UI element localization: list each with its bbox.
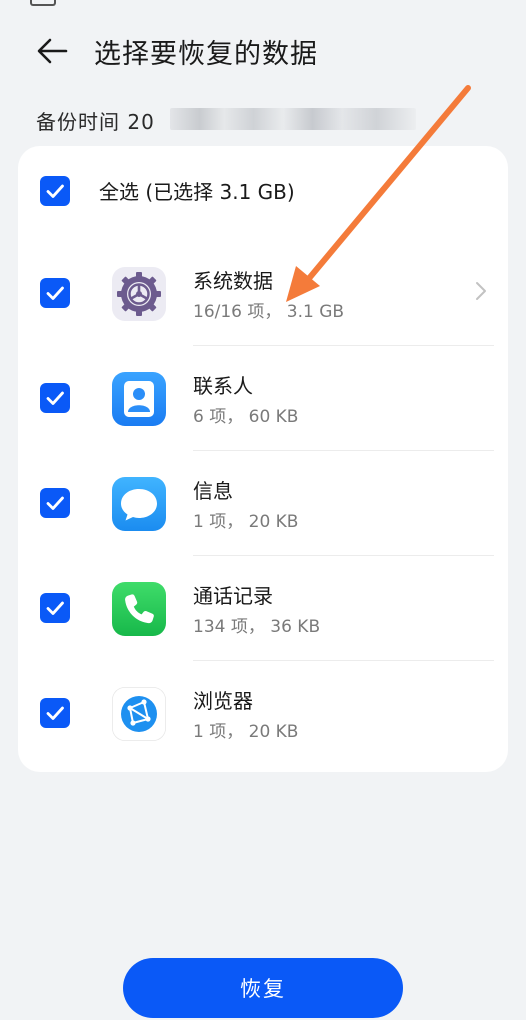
select-all-label: 全选 (已选择 3.1 GB) <box>99 180 295 204</box>
item-detail: 16/16 项， 3.1 GB <box>193 302 345 322</box>
item-detail: 6 项， 60 KB <box>193 407 299 427</box>
item-checkbox[interactable] <box>40 488 70 518</box>
item-title: 联系人 <box>193 374 253 398</box>
chevron-right-icon[interactable] <box>474 279 488 303</box>
back-button[interactable] <box>32 34 72 68</box>
item-checkbox[interactable] <box>40 593 70 623</box>
item-detail: 1 项， 20 KB <box>193 512 299 532</box>
list-item-browser[interactable]: 浏览器 1 项， 20 KB <box>18 661 508 766</box>
backup-time-label: 备份时间 20 <box>36 110 155 134</box>
checkmark-icon <box>46 286 64 300</box>
checkmark-icon <box>46 706 64 720</box>
back-arrow-icon <box>37 38 68 64</box>
list-item-system-data[interactable]: 系统数据 16/16 项， 3.1 GB <box>18 241 508 346</box>
status-bar-icon <box>30 0 56 6</box>
header: 选择要恢复的数据 <box>0 22 526 82</box>
item-title: 系统数据 <box>193 269 273 293</box>
item-checkbox[interactable] <box>40 698 70 728</box>
checkmark-icon <box>46 184 64 198</box>
list-item-messages[interactable]: 信息 1 项， 20 KB <box>18 451 508 556</box>
item-title: 信息 <box>193 479 233 503</box>
settings-gear-icon <box>112 267 166 321</box>
list-item-call-log[interactable]: 通话记录 134 项， 36 KB <box>18 556 508 661</box>
checkmark-icon <box>46 391 64 405</box>
data-list-card: 全选 (已选择 3.1 GB) 系统数据 16/16 项， 3.1 GB 联系人… <box>18 146 508 772</box>
contacts-person-icon <box>112 372 166 426</box>
item-detail: 1 项， 20 KB <box>193 722 299 742</box>
browser-globe-icon <box>112 687 166 741</box>
redacted-backup-time <box>170 108 416 130</box>
list-item-contacts[interactable]: 联系人 6 项， 60 KB <box>18 346 508 451</box>
item-checkbox[interactable] <box>40 383 70 413</box>
item-detail: 134 项， 36 KB <box>193 617 321 637</box>
backup-time: 备份时间 20 <box>36 106 506 136</box>
restore-button[interactable]: 恢复 <box>123 958 403 1018</box>
select-all-checkbox[interactable] <box>40 176 70 206</box>
page-title: 选择要恢复的数据 <box>94 39 318 70</box>
checkmark-icon <box>46 601 64 615</box>
phone-handset-icon <box>112 582 166 636</box>
checkmark-icon <box>46 496 64 510</box>
item-title: 浏览器 <box>193 689 253 713</box>
item-title: 通话记录 <box>193 584 273 608</box>
item-checkbox[interactable] <box>40 278 70 308</box>
message-bubble-icon <box>112 477 166 531</box>
